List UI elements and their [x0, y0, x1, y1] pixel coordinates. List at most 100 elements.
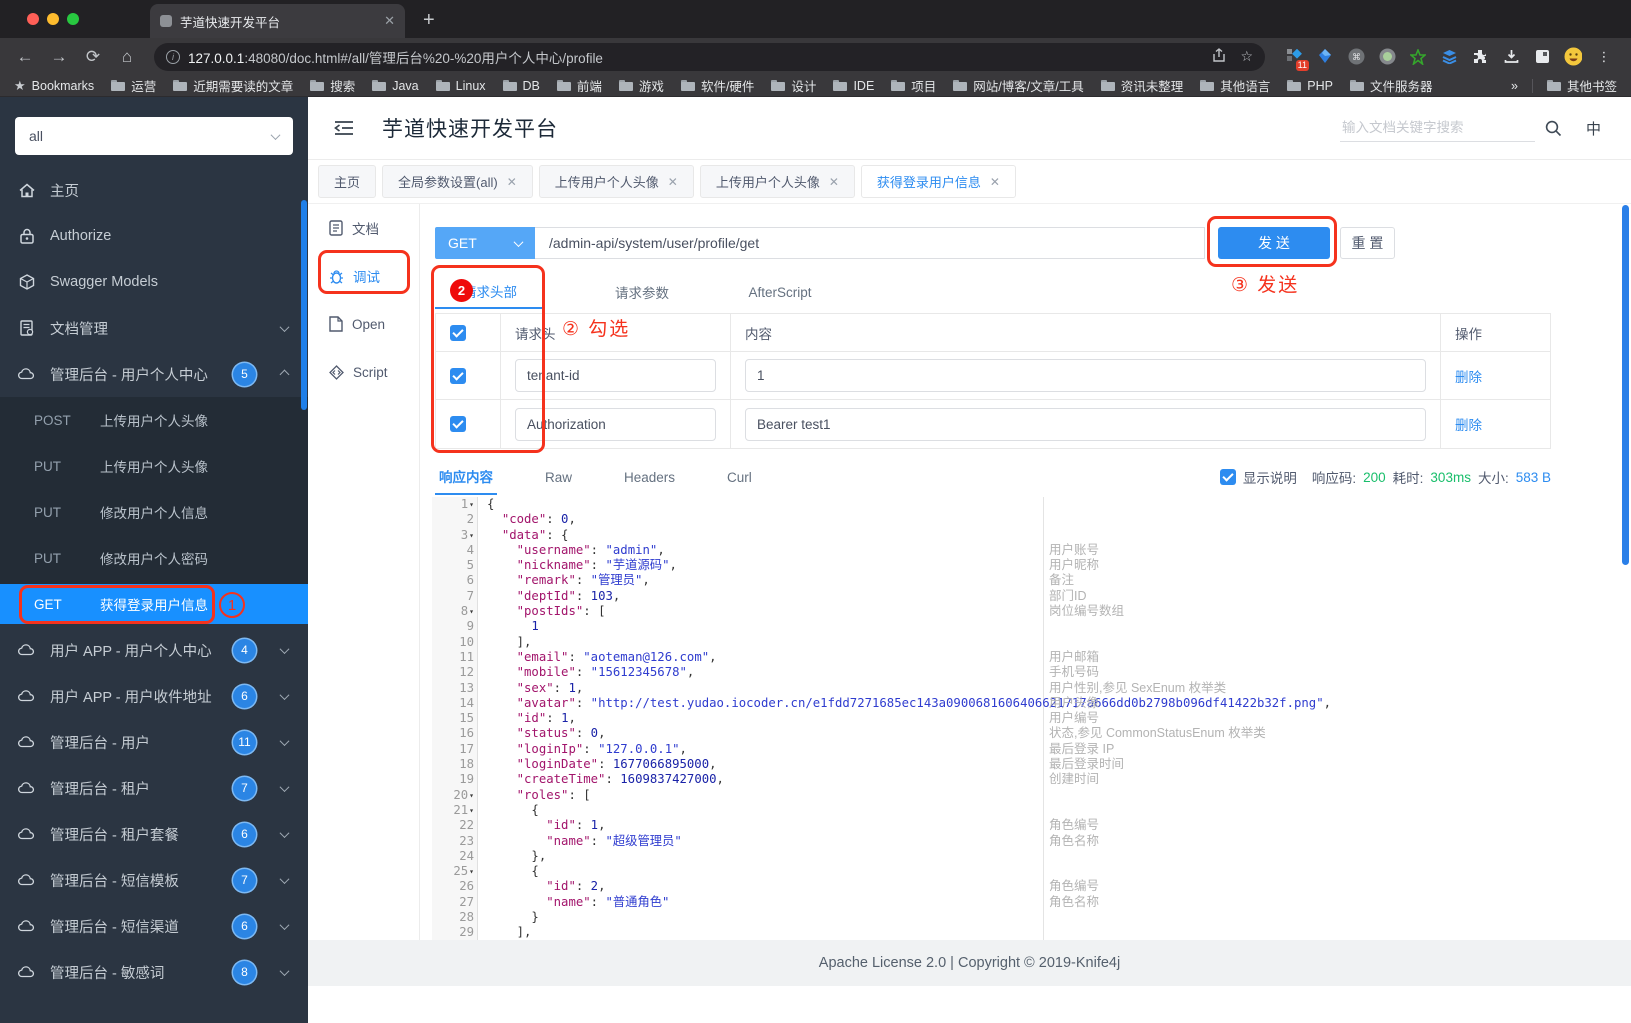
delete-row-link[interactable]: 删除	[1455, 414, 1482, 434]
delete-row-link[interactable]: 删除	[1455, 366, 1482, 386]
bookmark-folder[interactable]: 软件/硬件	[680, 76, 754, 95]
line-number[interactable]: 1▾	[432, 497, 478, 513]
api-group-select[interactable]: all	[15, 117, 293, 155]
new-tab-button[interactable]: +	[423, 9, 435, 32]
bookmark-folder[interactable]: 运营	[111, 76, 156, 95]
tab-headers[interactable]: Headers	[620, 459, 679, 495]
bookmark-folder[interactable]: 项目	[891, 76, 936, 95]
puzzle-extension-icon[interactable]	[1471, 48, 1489, 66]
sidebar-collapse-icon[interactable]	[334, 120, 354, 136]
tab-close-icon[interactable]: ✕	[990, 175, 1000, 189]
line-number[interactable]: 23	[432, 833, 478, 849]
tab-request-params[interactable]: 请求参数	[587, 275, 697, 309]
header-value-input[interactable]	[745, 407, 1426, 441]
line-number[interactable]: 2	[432, 512, 478, 528]
site-info-icon[interactable]: i	[166, 49, 180, 64]
api-endpoint-item[interactable]: GET 获得登录用户信息	[0, 584, 308, 624]
header-name-input[interactable]	[515, 359, 716, 392]
bookmark-folder[interactable]: 其他语言	[1200, 76, 1270, 95]
http-method-select[interactable]: GET	[435, 227, 535, 259]
tab-request-headers[interactable]: 请求头部	[435, 275, 545, 309]
document-tab[interactable]: 上传用户个人头像 ✕	[699, 165, 855, 198]
line-number[interactable]: 7	[432, 588, 478, 605]
sidebar-item-home[interactable]: 主页	[0, 167, 308, 213]
header-value-input[interactable]	[745, 359, 1426, 392]
header-name-input[interactable]	[515, 407, 716, 441]
line-number[interactable]: 4	[432, 542, 478, 559]
line-number[interactable]: 5	[432, 558, 478, 574]
address-bar[interactable]: i 127.0.0.1:48080/doc.html#/all/管理后台%20-…	[154, 42, 1265, 71]
back-icon[interactable]: ←	[10, 47, 40, 67]
nav-item-debug[interactable]: 调试	[308, 252, 419, 300]
line-number[interactable]: 10	[432, 634, 478, 650]
api-endpoint-item[interactable]: POST 上传用户个人头像	[0, 397, 308, 443]
bookmark-folder[interactable]: 前端	[556, 76, 602, 95]
send-button[interactable]: 发 送	[1218, 227, 1330, 259]
bookmark-folder[interactable]: DB	[502, 79, 540, 93]
line-number[interactable]: 25▾	[432, 864, 478, 880]
sidebar-group-item[interactable]: 用户 APP - 用户收件地址 6	[0, 673, 308, 719]
command-extension-icon[interactable]: ⌘	[1347, 48, 1365, 66]
sidebar-group-item[interactable]: 管理后台 - 租户 7	[0, 765, 308, 811]
nav-item-open[interactable]: Open	[308, 300, 419, 348]
sidebar-group-item[interactable]: 管理后台 - 敏感词 8	[0, 949, 308, 995]
line-number[interactable]: 8▾	[432, 604, 478, 620]
line-number[interactable]: 16	[432, 726, 478, 742]
api-endpoint-item[interactable]: PUT 修改用户个人信息	[0, 489, 308, 535]
line-number[interactable]: 24	[432, 848, 478, 865]
tab-raw[interactable]: Raw	[541, 459, 576, 495]
line-number[interactable]: 9	[432, 619, 478, 635]
line-number[interactable]: 29	[432, 925, 478, 940]
kite-extension-icon[interactable]	[1316, 48, 1334, 66]
document-tab[interactable]: 主页	[318, 165, 377, 198]
document-tab[interactable]: 全局参数设置(all) ✕	[382, 165, 533, 198]
sidebar-group-item[interactable]: 管理后台 - 短信渠道 6	[0, 903, 308, 949]
bookmark-folder[interactable]: 文件服务器	[1349, 76, 1432, 95]
bookmark-folder[interactable]: Java	[372, 79, 419, 93]
line-number[interactable]: 22	[432, 818, 478, 834]
bookmark-folder[interactable]: 网站/博客/文章/工具	[953, 76, 1084, 95]
line-number[interactable]: 17	[432, 741, 478, 758]
window-minimize-button[interactable]	[47, 13, 59, 25]
forward-icon[interactable]: →	[44, 47, 74, 67]
sidebar-group-item[interactable]: 用户 APP - 用户个人中心 4	[0, 627, 308, 673]
browser-tab[interactable]: 芋道快速开发平台 ✕	[150, 4, 405, 38]
bookmark-folder[interactable]: 设计	[771, 76, 816, 95]
line-number[interactable]: 12	[432, 665, 478, 681]
line-number[interactable]: 21▾	[432, 802, 478, 819]
share-icon[interactable]	[1212, 48, 1226, 65]
bookmarks-overflow-chevron[interactable]: »	[1511, 79, 1518, 93]
record-extension-icon[interactable]	[1378, 48, 1396, 66]
bookmark-star-icon[interactable]: ☆	[1240, 48, 1253, 65]
sidebar-group-item[interactable]: 管理后台 - 短信模板 7	[0, 857, 308, 903]
line-number[interactable]: 26	[432, 879, 478, 895]
select-all-checkbox[interactable]	[450, 324, 466, 341]
bookmark-folder[interactable]: 近期需要读的文章	[173, 76, 293, 95]
document-tab[interactable]: 上传用户个人头像 ✕	[538, 165, 694, 198]
sidebar-scrollbar[interactable]	[301, 200, 307, 410]
line-number[interactable]: 28	[432, 910, 478, 926]
api-endpoint-item[interactable]: PUT 上传用户个人头像	[0, 443, 308, 489]
sidebar-group-item[interactable]: 管理后台 - 用户 11	[0, 719, 308, 765]
nav-item-script[interactable]: Script	[308, 348, 419, 396]
layers-extension-icon[interactable]	[1440, 48, 1458, 66]
tab-close-icon[interactable]: ✕	[507, 175, 517, 189]
tab-close-icon[interactable]: ✕	[829, 175, 839, 189]
menu-kebab-icon[interactable]: ⋮	[1595, 48, 1613, 66]
sidebar-group-item[interactable]: 管理后台 - 租户套餐 6	[0, 811, 308, 857]
download-extension-icon[interactable]	[1502, 48, 1520, 66]
tab-close-icon[interactable]: ✕	[384, 13, 395, 29]
request-url-input[interactable]	[535, 227, 1205, 259]
window-extension-icon[interactable]	[1533, 48, 1551, 66]
sidebar-item-admin-profile-group[interactable]: 管理后台 - 用户个人中心 5	[0, 351, 308, 397]
nav-item-doc[interactable]: 文档	[308, 204, 419, 252]
line-number[interactable]: 11	[432, 649, 478, 666]
tab-response-content[interactable]: 响应内容	[435, 459, 497, 495]
window-close-button[interactable]	[27, 13, 39, 25]
page-scrollbar[interactable]	[1622, 205, 1629, 565]
line-number[interactable]: 6	[432, 573, 478, 589]
bookmark-folder[interactable]: 资讯未整理	[1100, 76, 1183, 95]
line-number[interactable]: 13	[432, 680, 478, 696]
tab-close-icon[interactable]: ✕	[668, 175, 678, 189]
bookmark-folder[interactable]: 搜索	[310, 76, 355, 95]
